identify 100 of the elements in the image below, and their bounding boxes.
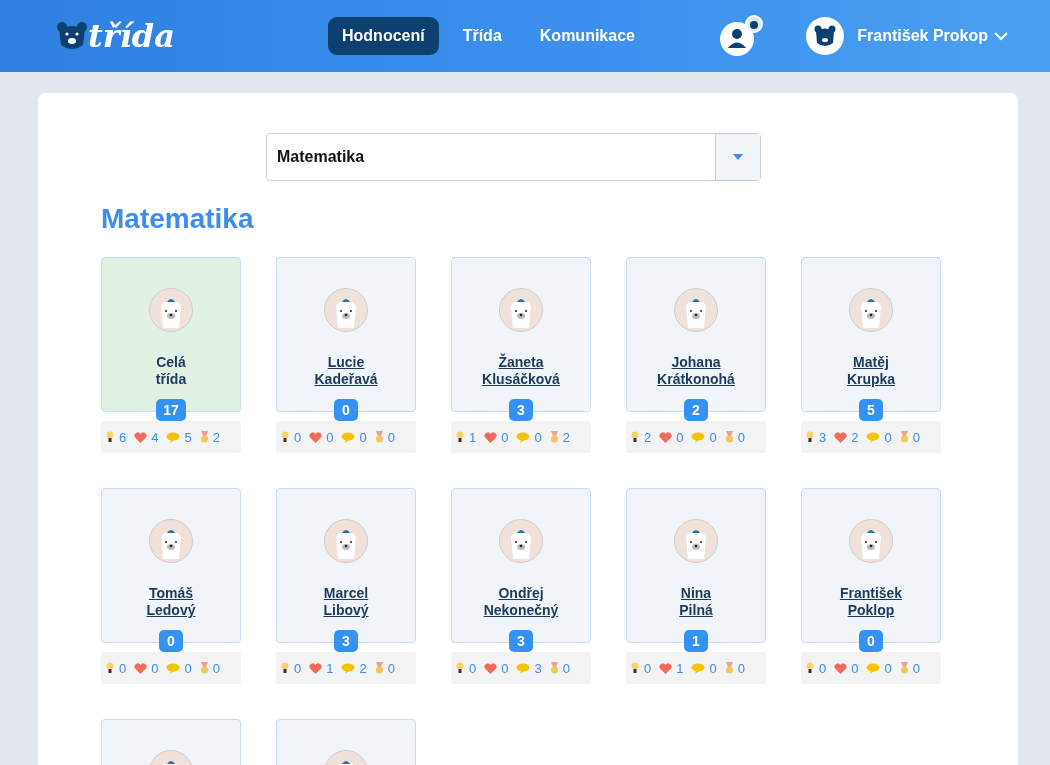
stat-count: 0 bbox=[119, 660, 127, 676]
stat-count: 6 bbox=[119, 429, 127, 445]
avatar-icon bbox=[849, 519, 893, 563]
avatar-icon bbox=[499, 519, 543, 563]
subject-select[interactable]: Matematika bbox=[266, 133, 761, 181]
student-link[interactable]: Žaneta Klusáčková bbox=[482, 354, 560, 388]
heart-icon bbox=[834, 662, 848, 674]
stat-count: 1 bbox=[469, 429, 477, 445]
stat-count: 0 bbox=[737, 429, 745, 445]
lightbulb-icon bbox=[281, 431, 290, 443]
count-badge: 17 bbox=[156, 399, 186, 421]
student-link[interactable]: Ondřej Nekonečný bbox=[483, 585, 559, 619]
stat-count: 3 bbox=[819, 429, 827, 445]
avatar-icon bbox=[324, 519, 368, 563]
speech-bubble-icon bbox=[516, 431, 531, 443]
logo-text[interactable]: třída bbox=[88, 17, 175, 55]
medal-icon bbox=[724, 662, 734, 674]
stat-count: 0 bbox=[534, 429, 542, 445]
lightbulb-icon bbox=[456, 431, 465, 443]
heart-icon bbox=[834, 431, 848, 443]
stat-count: 0 bbox=[326, 429, 334, 445]
medal-icon bbox=[549, 662, 559, 674]
user-switch-icon[interactable] bbox=[719, 15, 764, 57]
student-link[interactable]: Johana Krátkonohá bbox=[657, 354, 735, 388]
avatar-icon bbox=[674, 519, 718, 563]
heart-icon bbox=[309, 431, 323, 443]
stat-count: 2 bbox=[359, 660, 367, 676]
medal-icon bbox=[549, 431, 559, 443]
avatar-icon bbox=[849, 288, 893, 332]
heart-icon bbox=[484, 431, 498, 443]
stat-count: 0 bbox=[501, 660, 509, 676]
count-badge: 5 bbox=[859, 399, 883, 421]
avatar-icon bbox=[149, 519, 193, 563]
medal-icon bbox=[899, 431, 909, 443]
speech-bubble-icon bbox=[516, 662, 531, 674]
medal-icon bbox=[199, 662, 209, 674]
speech-bubble-icon bbox=[691, 431, 706, 443]
stat-count: 2 bbox=[851, 429, 859, 445]
stat-count: 3 bbox=[534, 660, 542, 676]
lightbulb-icon bbox=[106, 662, 115, 674]
student-link[interactable]: Marcel Libový bbox=[323, 585, 369, 619]
student-link[interactable]: Lucie Kadeřavá bbox=[314, 354, 378, 388]
stat-count: 5 bbox=[184, 429, 192, 445]
stat-count: 2 bbox=[562, 429, 570, 445]
medal-icon bbox=[199, 431, 209, 443]
medal-icon bbox=[724, 431, 734, 443]
stat-count: 0 bbox=[387, 429, 395, 445]
avatar-icon bbox=[324, 288, 368, 332]
avatar-icon bbox=[149, 288, 193, 332]
medal-icon bbox=[899, 662, 909, 674]
count-badge: 2 bbox=[684, 399, 708, 421]
stat-count: 0 bbox=[884, 429, 892, 445]
speech-bubble-icon bbox=[866, 431, 881, 443]
caret-icon bbox=[733, 154, 743, 160]
count-badge: 0 bbox=[859, 630, 883, 652]
student-link[interactable]: Nina Pilná bbox=[679, 585, 713, 619]
lightbulb-icon bbox=[106, 431, 115, 443]
heart-icon bbox=[484, 662, 498, 674]
count-badge: 3 bbox=[509, 630, 533, 652]
stat-count: 0 bbox=[294, 660, 302, 676]
speech-bubble-icon bbox=[341, 431, 356, 443]
card-title: Celá třída bbox=[155, 354, 187, 388]
stat-count: 0 bbox=[184, 660, 192, 676]
stat-count: 0 bbox=[709, 429, 717, 445]
count-badge: 0 bbox=[159, 630, 183, 652]
heart-icon bbox=[134, 662, 148, 674]
stat-count: 2 bbox=[644, 429, 652, 445]
heart-icon bbox=[309, 662, 323, 674]
stat-count: 2 bbox=[212, 429, 220, 445]
heart-icon bbox=[659, 431, 673, 443]
student-link[interactable]: Matěj Krupka bbox=[846, 354, 896, 388]
avatar-icon bbox=[499, 288, 543, 332]
speech-bubble-icon bbox=[691, 662, 706, 674]
stat-count: 1 bbox=[676, 660, 684, 676]
lightbulb-icon bbox=[281, 662, 290, 674]
lightbulb-icon bbox=[631, 662, 640, 674]
lightbulb-icon bbox=[456, 662, 465, 674]
speech-bubble-icon bbox=[166, 662, 181, 674]
stat-count: 0 bbox=[501, 429, 509, 445]
nav-tab[interactable]: Hodnocení bbox=[328, 17, 439, 55]
heart-icon bbox=[659, 662, 673, 674]
stat-count: 0 bbox=[151, 660, 159, 676]
stat-count: 4 bbox=[151, 429, 159, 445]
stat-count: 0 bbox=[709, 660, 717, 676]
stat-count: 0 bbox=[644, 660, 652, 676]
stat-count: 0 bbox=[912, 429, 920, 445]
count-badge: 0 bbox=[334, 399, 358, 421]
student-link[interactable]: Tomáš Ledový bbox=[146, 585, 196, 619]
avatar-icon bbox=[674, 288, 718, 332]
speech-bubble-icon bbox=[166, 431, 181, 443]
count-badge: 3 bbox=[509, 399, 533, 421]
lightbulb-icon bbox=[631, 431, 640, 443]
stat-count: 0 bbox=[676, 429, 684, 445]
student-link[interactable]: František Poklop bbox=[839, 585, 903, 619]
user-avatar-icon[interactable] bbox=[805, 16, 846, 56]
page-heading: Matematika bbox=[101, 203, 255, 235]
stat-count: 1 bbox=[326, 660, 334, 676]
bear-face-icon bbox=[56, 21, 88, 51]
medal-icon bbox=[374, 431, 384, 443]
chevron-down-icon[interactable] bbox=[994, 31, 1008, 41]
